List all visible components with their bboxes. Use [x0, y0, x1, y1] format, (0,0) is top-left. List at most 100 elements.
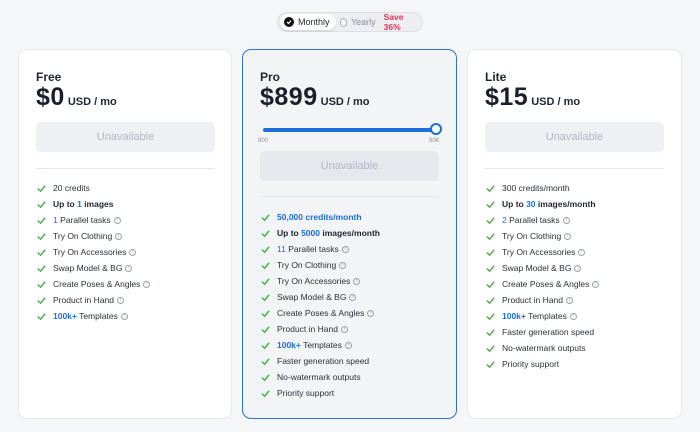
- plan-card-pro: Pro $899 USD / mo 800 50K Unavailable 50…: [242, 49, 457, 419]
- feature-item: 300 credits/month: [486, 180, 599, 196]
- divider: [36, 168, 215, 169]
- feature-text: Product in Hand: [277, 324, 338, 334]
- toggle-yearly[interactable]: Yearly Save 36%: [336, 12, 420, 32]
- check-icon: [486, 296, 495, 304]
- toggle-monthly[interactable]: Monthly: [280, 14, 336, 30]
- billing-toggle[interactable]: Monthly Yearly Save 36%: [277, 12, 423, 32]
- feature-highlight: 50,000 credits/month: [277, 212, 362, 222]
- info-icon[interactable]: i: [116, 296, 124, 304]
- feature-item: 20 credits: [37, 180, 150, 196]
- feature-item: Priority support: [261, 385, 380, 401]
- info-icon[interactable]: i: [564, 232, 572, 240]
- plan-card-free: Free $0 USD / mo Unavailable 20 credits …: [18, 49, 232, 419]
- check-icon: [37, 184, 46, 192]
- feature-text: Priority support: [502, 359, 560, 369]
- info-icon[interactable]: i: [120, 312, 128, 320]
- info-icon[interactable]: i: [569, 312, 577, 320]
- feature-item: Faster generation speed: [486, 324, 599, 340]
- feature-text: Try On Accessories: [53, 247, 127, 257]
- check-icon: [486, 232, 495, 240]
- price-unit: USD / mo: [320, 96, 370, 108]
- feature-text: Try On Accessories: [502, 247, 576, 257]
- feature-item: No-watermark outputs: [486, 340, 599, 356]
- info-icon[interactable]: i: [341, 245, 349, 253]
- feature-list: 300 credits/month Up to 30 images/month …: [486, 180, 600, 372]
- check-icon: [37, 232, 46, 240]
- feature-item: 11 Parallel tasks i: [261, 241, 380, 257]
- check-icon: [486, 200, 495, 208]
- price: $0 USD / mo: [36, 83, 117, 112]
- credits-slider-handle[interactable]: [430, 123, 442, 135]
- info-icon[interactable]: i: [578, 248, 586, 256]
- price-amount: $15: [485, 83, 529, 111]
- feature-item: Product in Hand i: [37, 292, 150, 308]
- check-icon: [486, 328, 495, 336]
- price-unit: USD / mo: [531, 96, 581, 108]
- check-icon: [486, 360, 495, 368]
- info-icon[interactable]: i: [115, 232, 123, 240]
- unavailable-button[interactable]: Unavailable: [260, 151, 439, 181]
- info-icon[interactable]: i: [592, 280, 600, 288]
- check-icon: [37, 216, 46, 224]
- info-icon[interactable]: i: [129, 248, 137, 256]
- check-icon: [261, 325, 270, 333]
- check-icon: [261, 309, 270, 317]
- check-icon: [486, 248, 495, 256]
- info-icon[interactable]: i: [562, 216, 570, 224]
- feature-highlight: 100k+: [502, 311, 526, 321]
- feature-item: Try On Clothing i: [261, 257, 380, 273]
- feature-text: No-watermark outputs: [502, 343, 586, 353]
- info-icon[interactable]: i: [565, 296, 573, 304]
- slider-max-label: 50K: [429, 138, 440, 144]
- info-icon[interactable]: i: [339, 261, 347, 269]
- info-icon[interactable]: i: [143, 280, 151, 288]
- feature-item: Try On Clothing i: [486, 228, 599, 244]
- check-icon: [261, 293, 270, 301]
- feature-list: 50,000 credits/month Up to 5000 images/m…: [261, 209, 380, 401]
- feature-text: No-watermark outputs: [277, 372, 361, 382]
- feature-text: Templates: [300, 340, 342, 350]
- info-icon[interactable]: i: [574, 264, 582, 272]
- feature-item: Swap Model & BG i: [486, 260, 599, 276]
- check-icon: [37, 264, 46, 272]
- feature-item: Try On Accessories i: [37, 244, 150, 260]
- feature-text: Parallel tasks: [57, 215, 111, 225]
- check-icon: [486, 280, 495, 288]
- feature-highlight: 11: [277, 244, 286, 254]
- feature-item: No-watermark outputs: [261, 369, 380, 385]
- info-icon[interactable]: i: [367, 309, 375, 317]
- feature-text: Create Poses & Angles: [502, 279, 590, 289]
- unavailable-button[interactable]: Unavailable: [36, 122, 215, 152]
- feature-text: Faster generation speed: [502, 327, 595, 337]
- check-icon: [486, 184, 495, 192]
- info-icon[interactable]: i: [113, 216, 121, 224]
- unavailable-button[interactable]: Unavailable: [485, 122, 664, 152]
- info-icon[interactable]: i: [344, 341, 352, 349]
- check-icon: [261, 229, 270, 237]
- info-icon[interactable]: i: [340, 325, 348, 333]
- feature-item: 100k+ Templates i: [37, 308, 150, 324]
- check-icon: [486, 264, 495, 272]
- feature-item: 100k+ Templates i: [486, 308, 599, 324]
- feature-highlight: 30: [526, 199, 536, 209]
- info-icon[interactable]: i: [353, 277, 361, 285]
- feature-item: 2 Parallel tasks i: [486, 212, 599, 228]
- slider-min-label: 800: [258, 138, 269, 144]
- feature-text: Product in Hand: [502, 295, 563, 305]
- info-icon[interactable]: i: [349, 293, 357, 301]
- feature-text: Parallel tasks: [285, 244, 339, 254]
- feature-item: 50,000 credits/month: [261, 209, 380, 225]
- check-icon: [37, 200, 46, 208]
- feature-text: Try On Clothing: [53, 231, 113, 241]
- feature-text: Up to: [53, 199, 78, 209]
- info-icon[interactable]: i: [125, 264, 133, 272]
- plan-card-lite: Lite $15 USD / mo Unavailable 300 credit…: [467, 49, 682, 419]
- feature-text: Try On Clothing: [502, 231, 562, 241]
- divider: [485, 168, 664, 169]
- feature-item: 100k+ Templates i: [261, 337, 380, 353]
- feature-text: Faster generation speed: [277, 356, 370, 366]
- credits-slider-track[interactable]: [263, 128, 437, 132]
- feature-text: Create Poses & Angles: [53, 279, 141, 289]
- check-icon: [261, 341, 270, 349]
- feature-item: Try On Clothing i: [37, 228, 150, 244]
